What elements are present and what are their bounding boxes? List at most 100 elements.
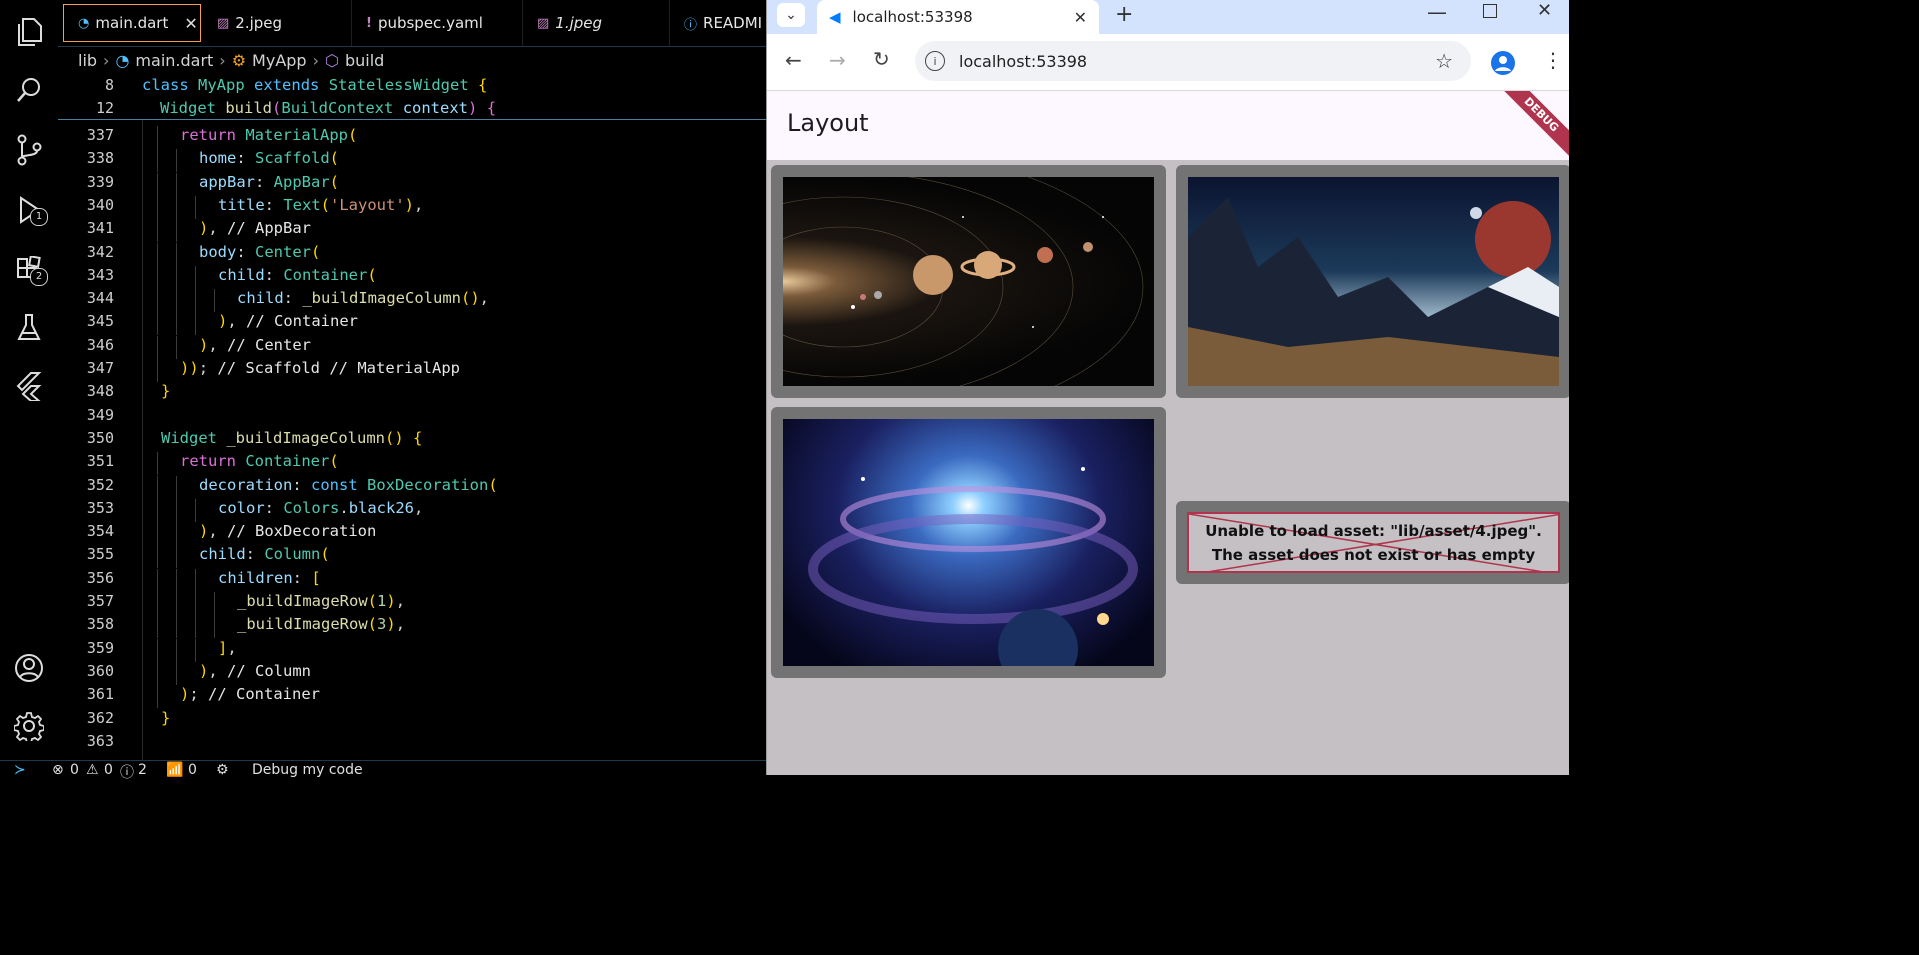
flutter-icon[interactable] [0, 362, 58, 410]
info-icon: ⓘ [684, 17, 698, 33]
line-number: 352 [86, 475, 114, 494]
tab-label: 1.jpeg [555, 14, 603, 32]
code-line[interactable]: 360), // Column [58, 661, 766, 685]
code-line[interactable]: 354), // BoxDecoration [58, 522, 766, 546]
testing-icon[interactable] [0, 304, 58, 352]
line-number: 350 [86, 428, 114, 447]
solar-system-image [783, 177, 1154, 386]
breadcrumb-item[interactable]: main.dart [135, 51, 213, 70]
site-info-icon[interactable]: i [925, 51, 945, 71]
code-line[interactable]: 355 child: Column( [58, 545, 766, 569]
remote-icon[interactable]: ≻ [14, 762, 26, 778]
extensions-icon[interactable]: 2 [0, 246, 58, 294]
tab-label: 2.jpeg [235, 14, 283, 32]
maximize-icon[interactable] [1483, 4, 1497, 18]
code-line[interactable]: 359], [58, 638, 766, 662]
line-number: 8 [104, 76, 114, 94]
back-icon[interactable]: ← [785, 48, 802, 72]
code-line[interactable]: 351 return Container( [58, 452, 766, 476]
code-line[interactable]: 340 title: Text('Layout'), [58, 195, 766, 219]
code-text: _buildImageRow(3), [237, 615, 406, 634]
account-icon[interactable] [0, 644, 58, 692]
close-window-icon[interactable]: ✕ [1537, 0, 1552, 21]
code-line[interactable]: 343 child: Container( [58, 265, 766, 289]
code-line[interactable]: 349 [58, 406, 766, 429]
code-line[interactable]: 363 [58, 732, 766, 755]
source-control-icon[interactable] [0, 126, 58, 174]
line-number: 358 [86, 615, 114, 634]
reload-icon[interactable]: ↻ [873, 47, 890, 71]
browser-window: ⌄ ◀ localhost:53398 ✕ + — ✕ ← → ↻ i loca… [766, 0, 1569, 775]
debug-label[interactable]: Debug my code [252, 762, 363, 778]
code-line[interactable]: 339 appBar: AppBar( [58, 172, 766, 196]
profile-avatar[interactable] [1491, 51, 1515, 75]
explorer-icon[interactable] [0, 8, 58, 56]
code-line[interactable]: 348} [58, 382, 766, 405]
tab-readme[interactable]: ⓘ READMI [670, 0, 766, 46]
code-line[interactable]: 356 children: [ [58, 568, 766, 592]
info-icon[interactable]: ⓘ [120, 762, 134, 782]
tab-1-jpeg[interactable]: ▨ 1.jpeg [523, 0, 670, 46]
breadcrumb: lib › ◔ main.dart › ⚙ MyApp › ⬡ build [78, 50, 385, 70]
error-count[interactable]: 0 [70, 762, 79, 778]
close-icon[interactable]: ✕ [184, 14, 197, 33]
run-debug-icon[interactable]: 1 [0, 186, 58, 234]
tab-search-icon[interactable]: ⌄ [777, 3, 805, 27]
code-line[interactable]: 361); // Container [58, 685, 766, 709]
forward-icon[interactable]: → [829, 48, 846, 72]
address-bar[interactable]: i localhost:53398 ☆ [915, 41, 1471, 81]
tab-main-dart[interactable]: ◔ main.dart ✕ [63, 4, 201, 42]
browser-tab[interactable]: ◀ localhost:53398 ✕ [817, 0, 1099, 34]
settings-gear-icon[interactable] [0, 702, 58, 750]
minimize-icon[interactable]: — [1427, 0, 1447, 24]
warning-count[interactable]: 0 [104, 762, 113, 778]
tab-pubspec-yaml[interactable]: ! pubspec.yaml [352, 0, 523, 46]
errors-icon[interactable]: ⊗ [52, 762, 64, 778]
code-line[interactable]: 338 home: Scaffold( [58, 149, 766, 173]
image-card [771, 407, 1166, 678]
code-text: ], [218, 638, 237, 657]
menu-kebab-icon[interactable]: ⋮ [1543, 48, 1563, 72]
code-line[interactable]: 341), // AppBar [58, 219, 766, 243]
code-line[interactable]: 350 Widget _buildImageColumn() { [58, 429, 766, 452]
ports-icon[interactable]: 📶 [166, 762, 183, 778]
line-number: 12 [95, 99, 114, 117]
browser-toolbar: ← → ↻ i localhost:53398 ☆ ⋮ [767, 34, 1569, 90]
code-text: )); // Scaffold // MaterialApp [180, 359, 460, 377]
dart-icon: ◔ [115, 50, 130, 70]
code-text: appBar: AppBar( [199, 172, 340, 191]
code-line[interactable]: 337 return MaterialApp( [58, 126, 766, 149]
code-line[interactable]: 353 color: Colors.black26, [58, 498, 766, 522]
image-card [771, 165, 1166, 398]
bookmark-star-icon[interactable]: ☆ [1435, 49, 1453, 73]
code-line[interactable]: 345), // Container [58, 312, 766, 336]
line-number: 345 [86, 312, 114, 331]
code-line[interactable]: 346), // Center [58, 335, 766, 359]
debug-icon[interactable]: ⚙ [216, 762, 229, 778]
search-icon[interactable] [0, 66, 58, 114]
code-line[interactable]: 347)); // Scaffold // MaterialApp [58, 359, 766, 382]
code-line[interactable]: 362} [58, 709, 766, 732]
code-line[interactable]: 358 _buildImageRow(3), [58, 615, 766, 639]
warning-icon[interactable]: ⚠ [86, 762, 99, 778]
info-count[interactable]: 2 [138, 762, 147, 778]
code-line[interactable]: 342 body: Center( [58, 242, 766, 266]
close-tab-icon[interactable]: ✕ [1074, 8, 1087, 27]
code-line[interactable]: 352 decoration: const BoxDecoration( [58, 475, 766, 499]
breadcrumb-item[interactable]: MyApp [252, 51, 307, 70]
code-line[interactable]: 344 child: _buildImageColumn(), [58, 289, 766, 313]
dart-icon: ◔ [78, 15, 90, 31]
app-title: Layout [787, 109, 869, 137]
browser-tabstrip: ⌄ ◀ localhost:53398 ✕ + — ✕ [767, 0, 1569, 34]
new-tab-icon[interactable]: + [1115, 2, 1133, 27]
line-number: 361 [86, 685, 114, 704]
ports-count[interactable]: 0 [188, 762, 197, 778]
sticky-line[interactable]: 8 class MyApp extends StatelessWidget { [58, 74, 766, 97]
url-text[interactable]: localhost:53398 [959, 52, 1087, 71]
tab-2-jpeg[interactable]: ▨ 2.jpeg [203, 0, 352, 46]
sticky-line[interactable]: 12 Widget build(BuildContext context) { [58, 97, 766, 120]
code-line[interactable]: 357 _buildImageRow(1), [58, 592, 766, 615]
breadcrumb-item[interactable]: build [345, 51, 384, 70]
breadcrumb-item[interactable]: lib [78, 51, 97, 70]
extensions-badge: 2 [30, 268, 48, 286]
